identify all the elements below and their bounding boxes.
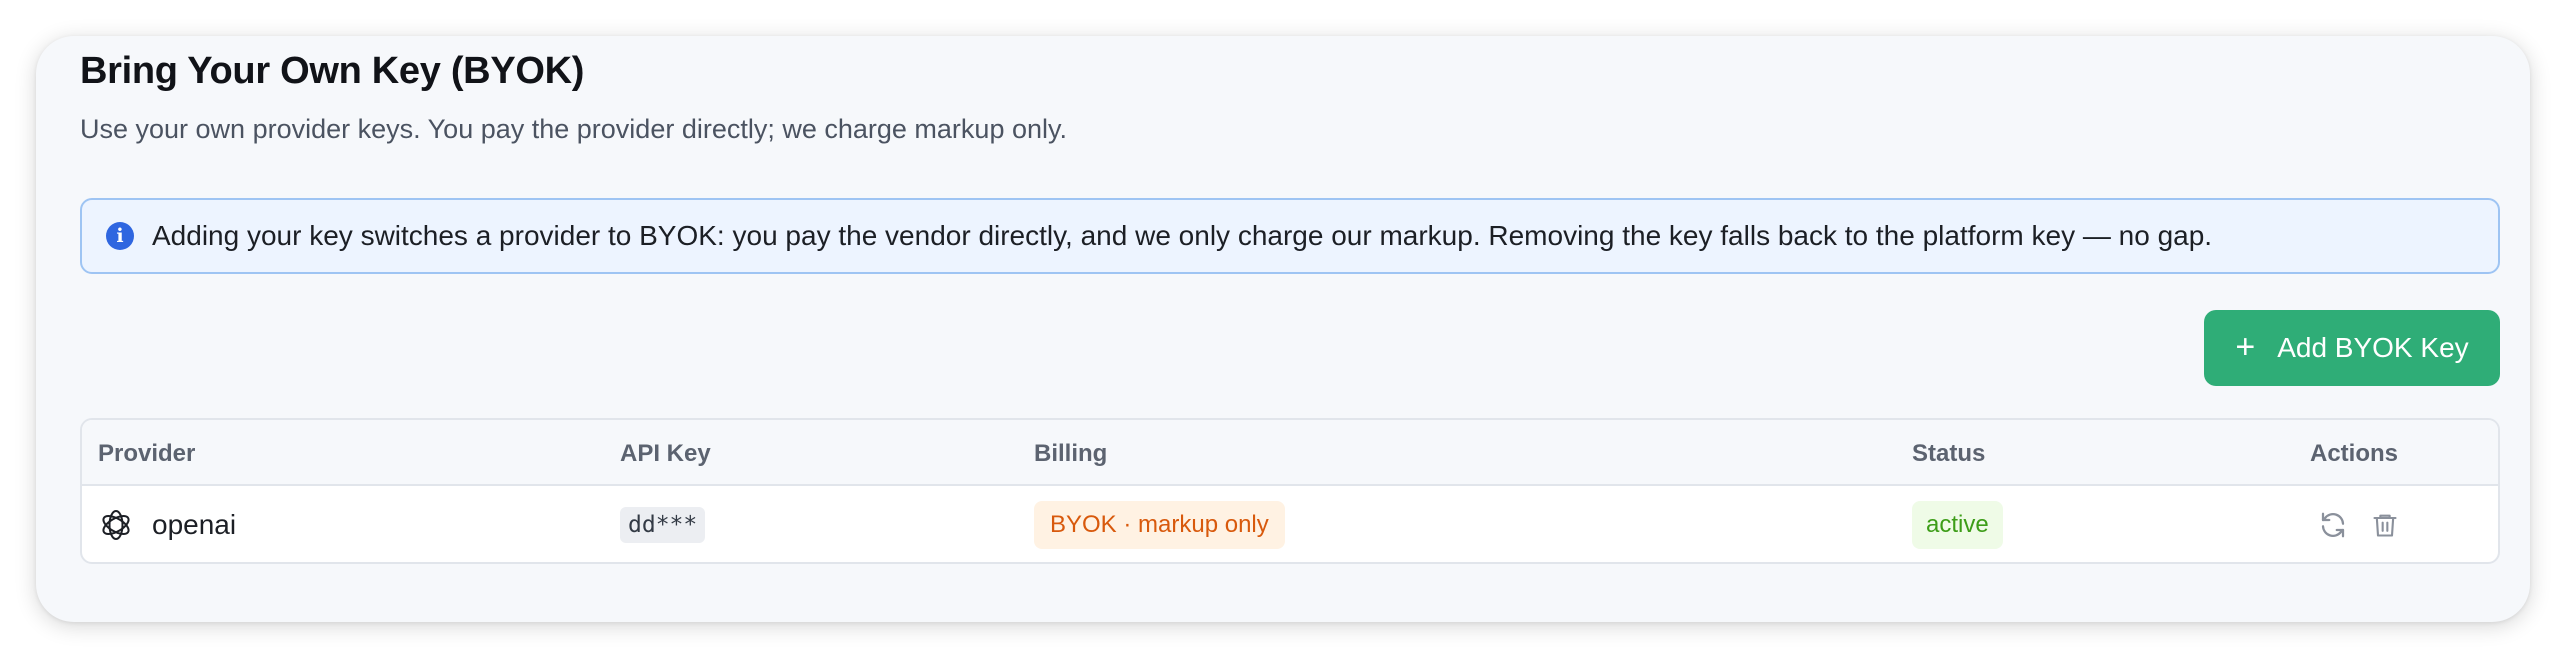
trash-icon[interactable] [2368,508,2402,542]
info-banner-text: Adding your key switches a provider to B… [152,220,2213,251]
billing-cell: BYOK · markup only [1034,486,1285,562]
page-title: Bring Your Own Key (BYOK) [80,50,585,92]
byok-keys-table: Provider API Key Billing Status Actions [80,418,2500,564]
table-row: openai dd*** BYOK · markup only active [82,486,2498,562]
api-key-value: dd*** [620,507,706,543]
provider-name: openai [152,509,237,540]
page-subtitle: Use your own provider keys. You pay the … [80,114,1067,144]
byok-card: Bring Your Own Key (BYOK) Use your own p… [36,36,2530,622]
info-banner: i Adding your key switches a provider to… [80,198,2500,274]
column-header-api-key: API Key [620,440,711,467]
add-byok-key-button[interactable]: + Add BYOK Key [2204,310,2500,386]
column-header-provider: Provider [98,440,196,467]
openai-logo-icon [102,510,130,540]
column-header-status: Status [1912,440,1986,467]
billing-badge: BYOK · markup only [1034,501,1285,549]
status-cell: active [1912,486,2003,562]
refresh-icon[interactable] [2316,508,2350,542]
column-header-billing: Billing [1034,440,1108,467]
add-byok-key-label: Add BYOK Key [2277,332,2469,363]
plus-icon: + [2235,327,2256,366]
byok-content: Bring Your Own Key (BYOK) Use your own p… [80,36,2500,622]
provider-cell: openai [98,486,237,562]
actions-cell [2316,486,2402,562]
api-key-cell: dd*** [620,486,706,562]
column-header-actions: Actions [2310,440,2399,467]
info-icon: i [106,222,134,250]
status-badge: active [1912,501,2003,549]
table-header: Provider API Key Billing Status Actions [82,420,2498,486]
